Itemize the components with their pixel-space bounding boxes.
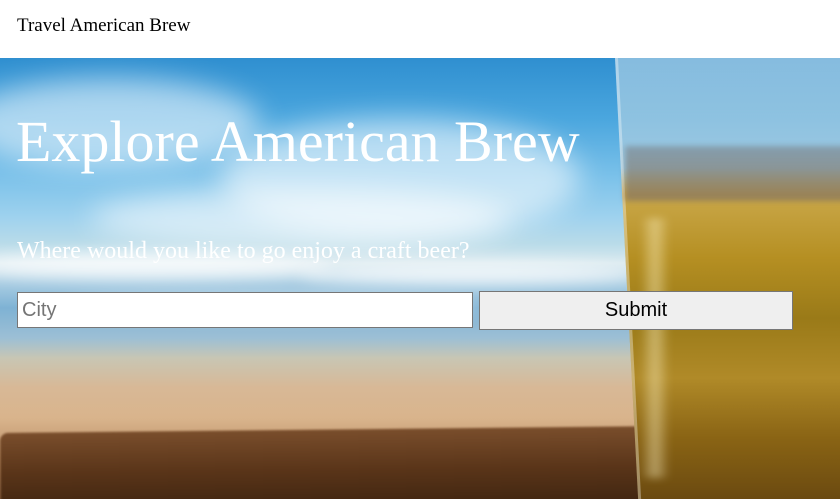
hero-title: Explore American Brew <box>16 109 580 174</box>
brand-name[interactable]: Travel American Brew <box>17 15 190 37</box>
submit-button[interactable]: Submit <box>479 291 793 330</box>
top-navbar: Travel American Brew <box>0 0 840 58</box>
hero-section: Explore American Brew Where would you li… <box>0 58 840 499</box>
city-input[interactable] <box>17 292 473 328</box>
hero-subtitle: Where would you like to go enjoy a craft… <box>17 238 470 264</box>
